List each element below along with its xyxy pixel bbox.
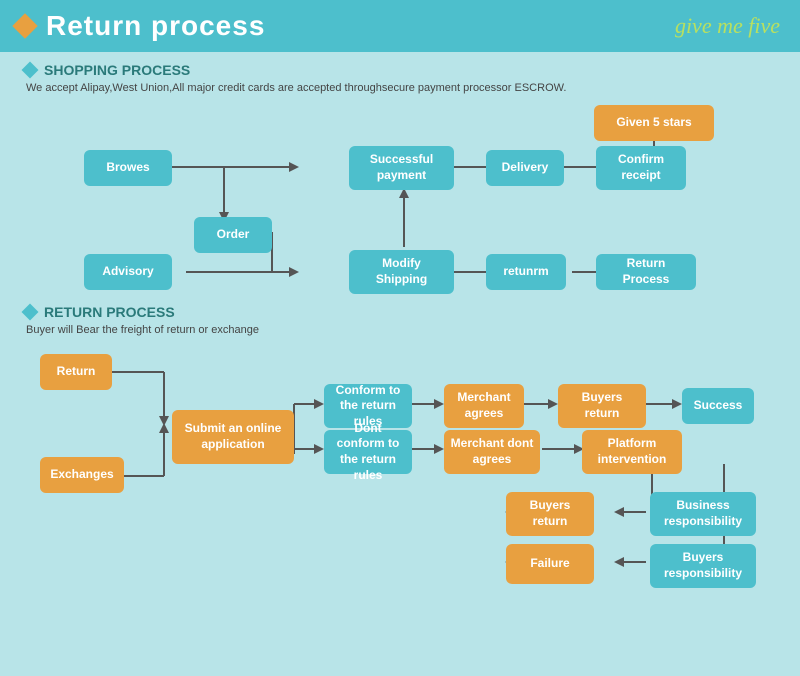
business-responsibility-box: Business responsibility (650, 492, 756, 536)
dont-conform-box: Dont conform to the return rules (324, 430, 412, 474)
header-title: Return process (46, 10, 265, 42)
confirm-receipt-box: Confirm receipt (596, 146, 686, 190)
exchanges-box: Exchanges (40, 457, 124, 493)
merchant-dont-box: Merchant dont agrees (444, 430, 540, 474)
modify-shipping-box: Modify Shipping (349, 250, 454, 294)
shopping-section-title: SHOPPING PROCESS (24, 62, 776, 78)
success-box: Success (682, 388, 754, 424)
order-box: Order (194, 217, 272, 253)
submit-online-box: Submit an online application (172, 410, 294, 464)
delivery-box: Delivery (486, 150, 564, 186)
section-diamond-icon (22, 62, 39, 79)
return-process-box: Return Process (596, 254, 696, 290)
return-box: Return (40, 354, 112, 390)
buyers-return-2-box: Buyers return (506, 492, 594, 536)
advisory-box: Advisory (84, 254, 172, 290)
buyers-responsibility-box: Buyers responsibility (650, 544, 756, 588)
header-diamond-icon (12, 13, 37, 38)
successful-payment-box: Successful payment (349, 146, 454, 190)
return-flow: Return Exchanges Submit an online applic… (24, 344, 776, 624)
return-subtitle: Buyer will Bear the freight of return or… (26, 324, 776, 336)
merchant-agrees-box: Merchant agrees (444, 384, 524, 428)
returnm-box: retunrm (486, 254, 566, 290)
shopping-subtitle: We accept Alipay,West Union,All major cr… (26, 82, 776, 94)
browes-box: Browes (84, 150, 172, 186)
given-5-stars-box: Given 5 stars (594, 105, 714, 141)
shopping-flow: Given 5 stars Browes Successful payment … (24, 102, 776, 302)
header-logo: give me five (675, 13, 780, 39)
platform-intervention-box: Platform intervention (582, 430, 682, 474)
header: Return process give me five (0, 0, 800, 52)
failure-box: Failure (506, 544, 594, 584)
return-section-title: RETURN PROCESS (24, 304, 776, 320)
buyers-return-1-box: Buyers return (558, 384, 646, 428)
section-diamond-2-icon (22, 304, 39, 321)
